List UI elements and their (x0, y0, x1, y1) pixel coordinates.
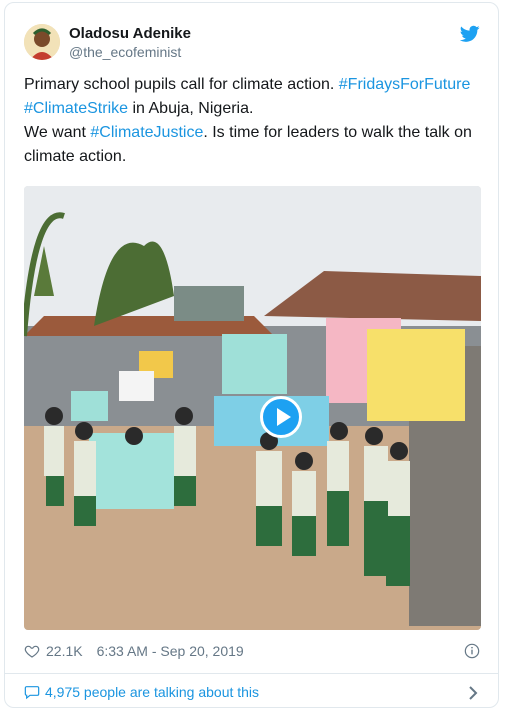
tweet-text-line3: We want (24, 124, 91, 141)
chevron-right-icon[interactable] (468, 685, 478, 701)
tweet-text: Primary school pupils call for climate a… (24, 73, 484, 169)
video-scene (24, 186, 481, 630)
avatar[interactable] (24, 24, 60, 60)
tweet-card[interactable]: Oladosu Adenike @the_ecofeminist Primary… (4, 2, 499, 708)
like-count[interactable]: 22.1K (46, 643, 83, 659)
talking-about-text[interactable]: 4,975 people are talking about this (45, 684, 259, 700)
info-icon[interactable] (464, 643, 480, 659)
play-icon[interactable] (260, 396, 302, 438)
heart-icon[interactable] (24, 643, 40, 659)
author-handle[interactable]: @the_ecofeminist (69, 44, 181, 60)
speech-bubble-icon (24, 686, 40, 700)
video-thumbnail[interactable] (24, 186, 481, 630)
tweet-text-line2: in Abuja, Nigeria. (128, 100, 254, 117)
timestamp[interactable]: 6:33 AM - Sep 20, 2019 (97, 643, 244, 659)
twitter-bird-icon[interactable] (460, 25, 480, 43)
author-name[interactable]: Oladosu Adenike (69, 25, 191, 42)
divider (5, 673, 498, 674)
talking-about-link[interactable]: 4,975 people are talking about this (24, 684, 259, 700)
hashtag-fridaysforfuture[interactable]: #FridaysForFuture (339, 76, 471, 93)
tweet-text-line1: Primary school pupils call for climate a… (24, 76, 339, 93)
hashtag-climatejustice[interactable]: #ClimateJustice (90, 124, 203, 141)
hashtag-climatestrike[interactable]: #ClimateStrike (24, 100, 128, 117)
tweet-meta: 22.1K 6:33 AM - Sep 20, 2019 (24, 643, 244, 659)
